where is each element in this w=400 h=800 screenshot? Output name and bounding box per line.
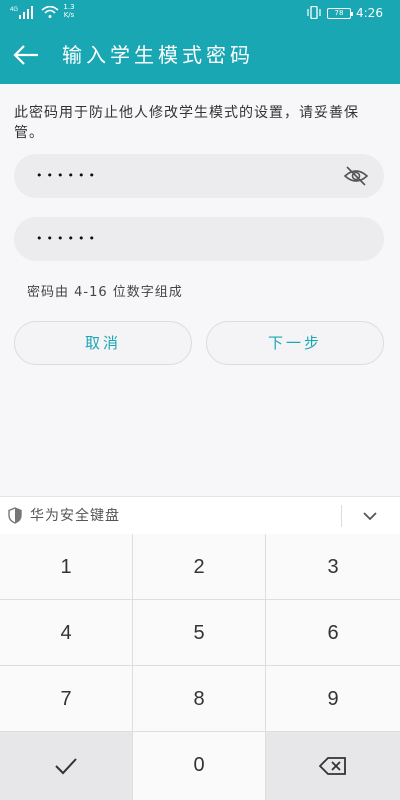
key-8[interactable]: 8: [133, 666, 266, 732]
signal-icon: 4G: [10, 6, 33, 19]
password-hint: 密码由 4-16 位数字组成: [27, 285, 183, 300]
backspace-key[interactable]: [266, 732, 400, 800]
keyboard-title: 华为安全键盘: [30, 508, 120, 524]
numeric-keypad: 1 2 3 4 5 6 7 8 9 0: [0, 534, 400, 800]
next-step-button[interactable]: 下一步: [206, 321, 384, 365]
description-text: 此密码用于防止他人修改学生模式的设置，请妥善保管。: [14, 105, 359, 141]
eye-hidden-icon[interactable]: [343, 165, 369, 187]
key-6[interactable]: 6: [266, 600, 400, 666]
back-arrow-icon[interactable]: [12, 43, 40, 67]
confirm-password-dots: ••••••: [36, 232, 99, 245]
page-title: 输入学生模式密码: [62, 43, 254, 67]
wifi-icon: [41, 6, 59, 18]
status-bar: 4G 1.3 K/s 78 4:26: [0, 0, 400, 26]
shield-icon: [8, 507, 22, 524]
checkmark-icon: [55, 758, 77, 775]
key-9[interactable]: 9: [266, 666, 400, 732]
backspace-icon: [318, 756, 346, 775]
password-dots: ••••••: [36, 169, 99, 182]
chevron-down-icon[interactable]: [360, 507, 380, 525]
key-2[interactable]: 2: [133, 534, 266, 600]
confirm-key[interactable]: [0, 732, 133, 800]
network-speed: 1.3 K/s: [61, 3, 77, 19]
battery-icon: 78: [327, 8, 353, 19]
key-1[interactable]: 1: [0, 534, 133, 600]
key-0[interactable]: 0: [133, 732, 266, 800]
battery-level: 78: [334, 9, 344, 17]
cancel-button[interactable]: 取消: [14, 321, 192, 365]
network-type: 4G: [10, 7, 18, 13]
confirm-password-input[interactable]: ••••••: [14, 217, 384, 261]
vibrate-icon: [307, 6, 321, 19]
password-input[interactable]: ••••••: [14, 154, 384, 198]
key-3[interactable]: 3: [266, 534, 400, 600]
keyboard-header: 华为安全键盘: [0, 496, 400, 534]
title-bar: 输入学生模式密码: [0, 26, 400, 84]
divider: [341, 505, 342, 527]
key-7[interactable]: 7: [0, 666, 133, 732]
speed-value: 1.3: [63, 3, 75, 11]
key-4[interactable]: 4: [0, 600, 133, 666]
key-5[interactable]: 5: [133, 600, 266, 666]
speed-unit: K/s: [63, 11, 75, 19]
clock: 4:26: [356, 6, 383, 20]
